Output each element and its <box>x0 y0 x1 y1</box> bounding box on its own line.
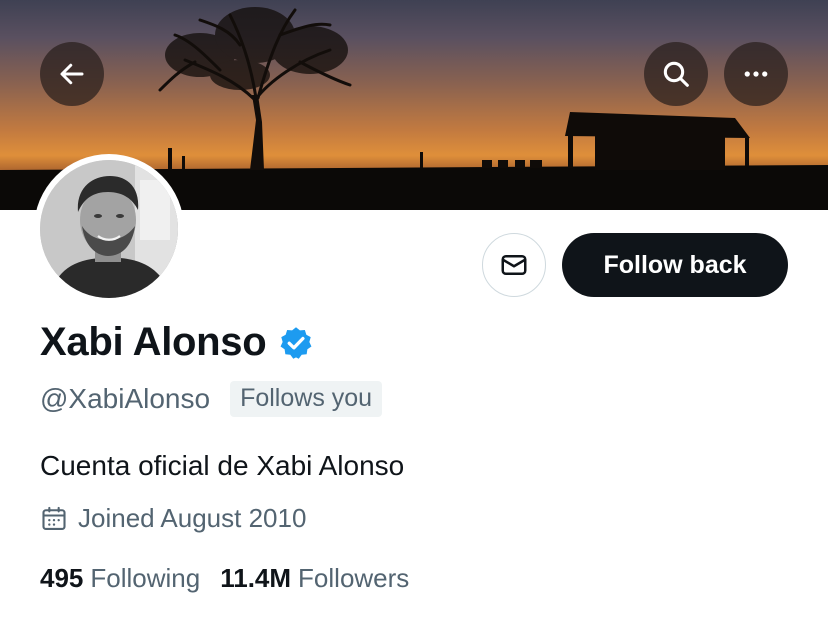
following-count: 495 <box>40 563 84 593</box>
profile-avatar[interactable] <box>34 154 184 304</box>
mail-icon <box>501 255 527 275</box>
avatar-portrait <box>40 160 178 298</box>
user-handle: @XabiAlonso <box>40 383 211 414</box>
message-button[interactable] <box>482 233 546 297</box>
search-button[interactable] <box>644 42 708 106</box>
follow-back-button[interactable]: Follow back <box>562 233 788 297</box>
joined-date: Joined August 2010 <box>78 503 307 533</box>
search-icon <box>663 61 689 87</box>
follow-stats: 495 Following 11.4M Followers <box>40 563 409 594</box>
more-options-icon <box>744 71 768 77</box>
handle-row: @XabiAlonso Follows you <box>40 381 383 417</box>
followers-count: 11.4M <box>220 563 292 593</box>
follows-you-badge: Follows you <box>230 381 383 417</box>
more-options-button[interactable] <box>724 42 788 106</box>
calendar-icon <box>42 506 66 530</box>
name-row: Xabi Alonso <box>40 320 314 365</box>
profile-bio: Cuenta oficial de Xabi Alonso <box>40 450 405 481</box>
followers-link[interactable]: 11.4M Followers <box>220 563 409 594</box>
verified-badge-icon[interactable] <box>278 325 314 361</box>
following-link[interactable]: 495 Following <box>40 563 200 594</box>
following-label: Following <box>90 563 201 593</box>
avatar-photo <box>40 160 178 298</box>
back-arrow-icon <box>60 63 84 85</box>
joined-date-row: Joined August 2010 <box>40 503 306 534</box>
display-name: Xabi Alonso <box>40 320 267 364</box>
back-button[interactable] <box>40 42 104 106</box>
followers-label: Followers <box>298 563 410 593</box>
